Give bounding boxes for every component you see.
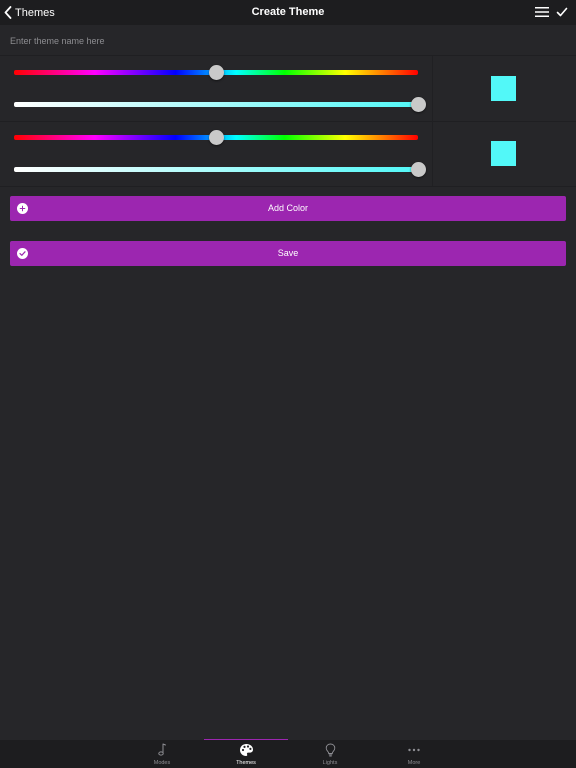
tab-more-label: More	[407, 760, 421, 766]
tab-bar: Modes Themes Lights More	[0, 740, 576, 768]
brightness-slider-thumb[interactable]	[411, 162, 426, 177]
tab-lights[interactable]: Lights	[288, 740, 372, 768]
menu-icon[interactable]	[533, 5, 551, 19]
color-row	[0, 121, 576, 187]
tab-themes-label: Themes	[236, 760, 256, 766]
tab-lights-label: Lights	[322, 760, 338, 766]
tab-modes-label: Modes	[153, 760, 171, 766]
navigation-bar: Themes Create Theme	[0, 0, 576, 25]
chevron-left-icon	[4, 6, 12, 19]
theme-name-input[interactable]	[8, 30, 552, 52]
music-note-icon	[158, 743, 166, 756]
brightness-slider-thumb[interactable]	[411, 97, 426, 112]
color-swatch	[491, 141, 516, 166]
brightness-slider-track[interactable]	[14, 167, 418, 172]
theme-name-row	[0, 25, 576, 56]
add-color-button[interactable]: Add Color	[10, 196, 566, 221]
save-label: Save	[277, 248, 299, 258]
save-button[interactable]: Save	[10, 241, 566, 266]
color-swatch	[491, 76, 516, 101]
hue-slider-thumb[interactable]	[209, 65, 224, 80]
color-row	[0, 56, 576, 122]
palette-icon	[239, 744, 253, 756]
divider	[432, 56, 433, 121]
tab-themes[interactable]: Themes	[204, 740, 288, 768]
tab-more[interactable]: More	[372, 740, 456, 768]
divider	[432, 121, 433, 186]
lightbulb-icon	[325, 743, 335, 757]
confirm-check-icon[interactable]	[554, 4, 570, 20]
page-title: Create Theme	[251, 6, 325, 18]
more-dots-icon	[408, 748, 420, 752]
hue-slider-thumb[interactable]	[209, 130, 224, 145]
brightness-slider-track[interactable]	[14, 102, 418, 107]
back-button-label: Themes	[15, 6, 55, 19]
add-color-label: Add Color	[267, 203, 309, 213]
tab-modes[interactable]: Modes	[120, 740, 204, 768]
back-button[interactable]: Themes	[4, 0, 55, 25]
